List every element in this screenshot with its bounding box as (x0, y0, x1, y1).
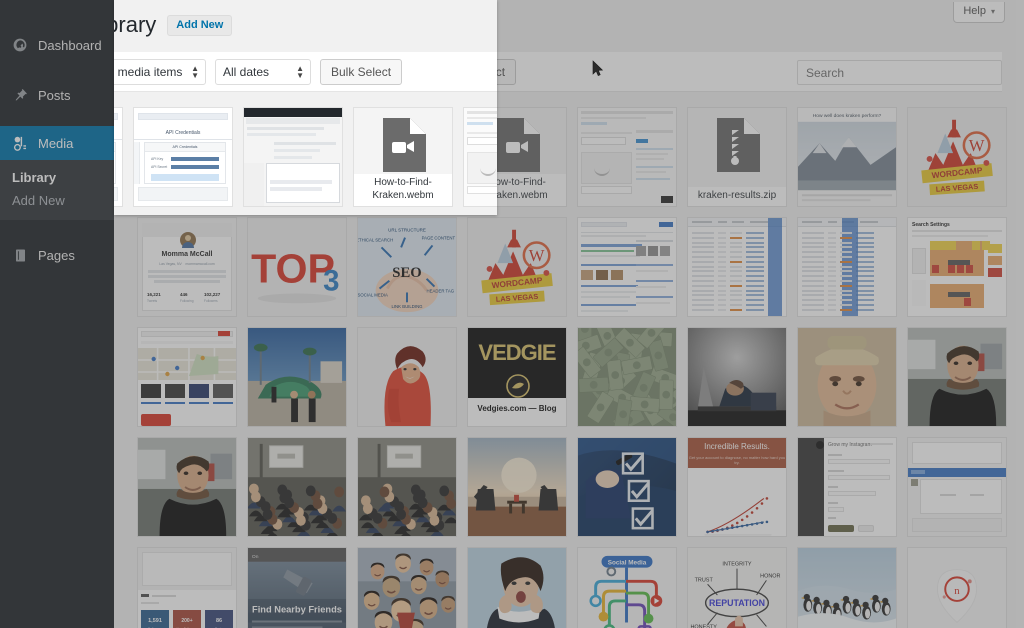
pin-icon (10, 85, 30, 105)
svg-text:INTEGRITY: INTEGRITY (722, 562, 752, 568)
media-type-filter[interactable]: All media itemsImagesAudioVideoUnattache… (114, 58, 206, 85)
svg-text:W: W (969, 136, 985, 155)
sidebar-item-media[interactable]: Media (0, 126, 122, 160)
media-grid-item[interactable]: TOP 3 (247, 217, 347, 317)
media-grid-item[interactable]: How-to-Find-Kraken.webm (353, 107, 453, 207)
sidebar-item-posts[interactable]: Posts (0, 78, 114, 112)
media-grid-item[interactable] (577, 327, 677, 427)
dashboard-icon (10, 35, 30, 55)
media-grid-item[interactable]: W WORDCAMP LAS VEGAS (907, 107, 1007, 207)
media-grid-item[interactable]: kraken-results.zip (687, 107, 787, 207)
media-grid-item[interactable]: W WORDCAMP LAS VEGAS (467, 217, 567, 317)
media-grid-item[interactable]: How well does kraken perform? (797, 107, 897, 207)
media-grid-item[interactable]: Grow my Instagram (797, 437, 897, 537)
svg-text:n: n (954, 585, 960, 597)
media-grid-item[interactable]: Search Settings (907, 217, 1007, 317)
sidebar-item-label: Pages (38, 247, 75, 263)
media-submenu: Library Add New (0, 160, 114, 220)
media-grid-item[interactable] (357, 437, 457, 537)
spotlight-highlight-region: Help▾Media LibraryAdd New All media item… (114, 0, 497, 215)
page-header: Media Library Add New (114, 12, 233, 38)
media-grid-item[interactable]: 1,591 200+ 86 Followers New Followers Po… (137, 547, 237, 628)
media-grid-item[interactable]: API Credentials API Credentials API Key … (133, 107, 233, 207)
media-grid-item[interactable] (247, 437, 347, 537)
media-grid-item[interactable] (797, 217, 897, 317)
media-grid-item[interactable] (797, 327, 897, 427)
media-grid-item[interactable] (467, 547, 567, 628)
svg-text:On: On (252, 554, 259, 560)
mouse-cursor (592, 60, 604, 76)
media-grid-item[interactable] (137, 437, 237, 537)
media-grid-item[interactable]: Incredible Results. Get your account to … (687, 437, 787, 537)
media-icon (10, 133, 30, 153)
svg-text:URL STRUCTURE: URL STRUCTURE (388, 228, 426, 233)
help-button[interactable]: Help ▾ (953, 2, 1005, 23)
media-grid-item[interactable] (797, 547, 897, 628)
svg-text:Find Nearby Friends: Find Nearby Friends (252, 605, 342, 615)
bulk-select-button[interactable]: Bulk Select (320, 58, 403, 85)
media-grid-item[interactable]: Momma McCall Las Vegas, NV mommamccall.c… (137, 217, 237, 317)
page-icon (10, 245, 30, 265)
media-grid-item[interactable] (463, 107, 497, 207)
sidebar-item-dashboard[interactable]: Dashboard (0, 28, 114, 62)
media-grid-item[interactable]: n (907, 547, 1007, 628)
svg-text:HEADER TAG: HEADER TAG (427, 288, 455, 293)
media-grid-item[interactable] (247, 327, 347, 427)
svg-text:SEO: SEO (392, 265, 421, 281)
sidebar-item-label: Posts (38, 87, 71, 103)
media-grid-item[interactable] (357, 327, 457, 427)
svg-text:3: 3 (323, 265, 339, 298)
sidebar-item-label: Media (38, 135, 74, 151)
media-grid-item[interactable] (907, 437, 1007, 537)
svg-text:REPUTATION: REPUTATION (709, 598, 765, 608)
add-new-button[interactable]: Add New (167, 14, 233, 36)
search-input[interactable] (797, 60, 1002, 85)
date-filter-wrap: All dates ▲▼ (215, 58, 311, 85)
media-grid-item[interactable] (687, 327, 787, 427)
date-filter[interactable]: All dates (215, 58, 311, 85)
media-type-filter-wrap: All media itemsImagesAudioVideoUnattache… (114, 58, 206, 85)
media-grid-item[interactable] (137, 327, 237, 427)
svg-text:HONOR: HONOR (760, 573, 780, 579)
svg-text:HONESTY: HONESTY (690, 624, 717, 628)
browser-viewport: Help▾Media LibraryAdd New All media item… (0, 0, 1024, 628)
media-filename: kraken-results.zip (688, 186, 786, 206)
svg-text:Social Media: Social Media (608, 560, 647, 567)
media-grid-item[interactable] (357, 547, 457, 628)
media-grid-item[interactable]: REPUTATION TRUST INTEGRITY HONOR HONESTY… (687, 547, 787, 628)
media-toolbar: All media itemsImagesAudioVideoUnattache… (114, 52, 497, 92)
media-grid-item[interactable]: Social Media (577, 547, 677, 628)
svg-text:How well does kraken perform?: How well does kraken perform? (813, 113, 882, 119)
sidebar-subitem-library[interactable]: Library (0, 166, 114, 189)
svg-text:LINK BUILDING: LINK BUILDING (391, 304, 423, 309)
media-grid-item[interactable] (577, 217, 677, 317)
svg-text:TRUST: TRUST (695, 577, 714, 583)
media-grid-item[interactable] (907, 327, 1007, 427)
media-filename: How-to-Find-Kraken.webm (354, 174, 452, 206)
media-grid-item[interactable]: API Credentials API Credentials API Key … (114, 107, 123, 207)
media-grid-item[interactable]: SEO URL STRUCTURE PAGE CONTENT ETHICAL S… (357, 217, 457, 317)
help-label: Help (963, 5, 986, 17)
media-grid-item[interactable] (467, 437, 567, 537)
media-grid: API Credentials API Credentials API Key … (114, 107, 497, 215)
sidebar-subitem-add-new[interactable]: Add New (0, 189, 114, 212)
media-grid-item[interactable] (577, 107, 677, 207)
media-grid-item[interactable]: On Find Nearby Friends (247, 547, 347, 628)
svg-text:SOCIAL MEDIA: SOCIAL MEDIA (358, 292, 388, 297)
media-grid-item[interactable] (577, 437, 677, 537)
sidebar-item-label: Dashboard (38, 37, 102, 53)
media-grid-item[interactable]: VEDGIE Vedgies.com — Blog (467, 327, 567, 427)
svg-text:PAGE CONTENT: PAGE CONTENT (422, 236, 456, 241)
page-title: Media Library (114, 12, 157, 37)
media-grid-item[interactable] (687, 217, 787, 317)
admin-sidebar: Dashboard Posts Media Library Add New Pa… (0, 0, 122, 628)
chevron-down-icon: ▾ (990, 7, 995, 16)
svg-text:W: W (529, 246, 545, 265)
media-grid-item[interactable] (243, 107, 343, 207)
sidebar-item-pages[interactable]: Pages (0, 238, 114, 272)
svg-text:ETHICAL SEARCH: ETHICAL SEARCH (358, 238, 393, 243)
